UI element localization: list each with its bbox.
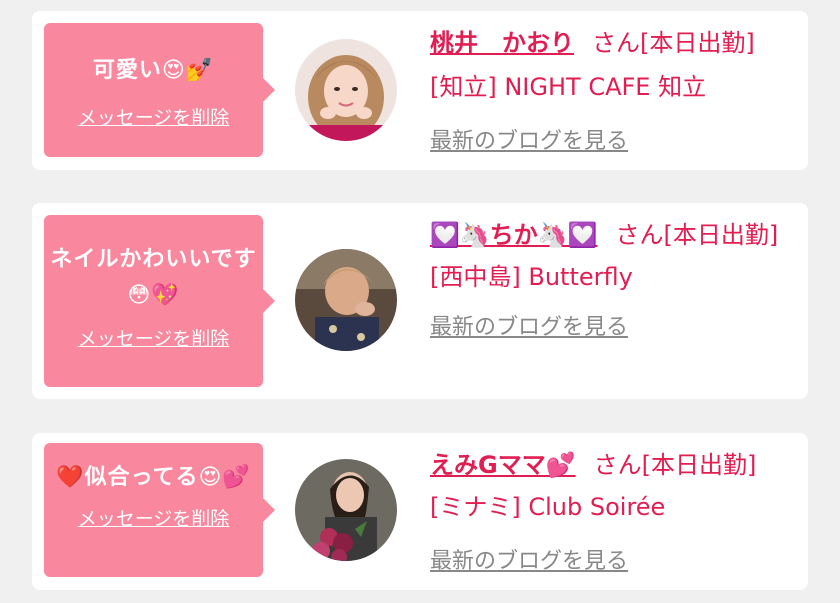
- message-list: 可愛い😍💅 メッセージを削除 桃井 かおり さん[本日出勤] [知立] NIGHT: [0, 0, 840, 603]
- message-card: ネイルかわいいです😳💖 メッセージを削除 💟🦄ちか🦄💟 さん[本日出勤] [西中島…: [32, 203, 808, 399]
- message-text: ネイルかわいいです😳💖: [50, 247, 257, 308]
- attendance-status: さん[本日出勤]: [615, 221, 779, 249]
- delete-message-link[interactable]: メッセージを削除: [78, 324, 230, 351]
- latest-blog-link[interactable]: 最新のブログを見る: [430, 309, 628, 341]
- message-text: ❤️似合ってる😍💕: [56, 465, 251, 490]
- girl-name-link[interactable]: 桃井 かおり: [430, 29, 574, 57]
- name-line: 💟🦄ちか🦄💟 さん[本日出勤]: [430, 217, 790, 253]
- message-card: 可愛い😍💅 メッセージを削除 桃井 かおり さん[本日出勤] [知立] NIGHT: [32, 11, 808, 170]
- shop-name: [ミナミ] Club Soirée: [430, 493, 666, 521]
- girl-name-link[interactable]: えみGママ💕: [430, 451, 576, 479]
- message-bubble: ネイルかわいいです😳💖 メッセージを削除: [44, 215, 275, 387]
- avatar[interactable]: [295, 249, 397, 351]
- girl-name-link[interactable]: 💟🦄ちか🦄💟: [430, 221, 598, 249]
- girl-info: 桃井 かおり さん[本日出勤] [知立] NIGHT CAFE 知立 最新のブログ…: [430, 25, 790, 155]
- girl-info: 💟🦄ちか🦄💟 さん[本日出勤] [西中島] Butterfly 最新のブログを見る: [430, 217, 790, 341]
- shop-name: [西中島] Butterfly: [430, 263, 633, 291]
- attendance-status: さん[本日出勤]: [593, 451, 757, 479]
- name-line: えみGママ💕 さん[本日出勤]: [430, 447, 790, 483]
- message-bubble: 可愛い😍💅 メッセージを削除: [44, 23, 275, 157]
- avatar[interactable]: [295, 459, 397, 561]
- delete-message-link[interactable]: メッセージを削除: [78, 103, 230, 130]
- delete-message-link[interactable]: メッセージを削除: [78, 504, 230, 531]
- latest-blog-link[interactable]: 最新のブログを見る: [430, 543, 628, 575]
- message-bubble: ❤️似合ってる😍💕 メッセージを削除: [44, 443, 275, 577]
- message-card: ❤️似合ってる😍💕 メッセージを削除 えみGママ💕さん[本日出勤] [ミナミ]: [32, 433, 808, 590]
- name-line: 桃井 かおり さん[本日出勤]: [430, 25, 790, 61]
- latest-blog-link[interactable]: 最新のブログを見る: [430, 123, 628, 155]
- girl-info: えみGママ💕 さん[本日出勤] [ミナミ] Club Soirée 最新のブログを…: [430, 447, 790, 575]
- message-text: 可愛い😍💅: [92, 58, 215, 83]
- attendance-status: さん[本日出勤]: [592, 29, 755, 57]
- avatar[interactable]: [295, 39, 397, 141]
- shop-name: [知立] NIGHT CAFE 知立: [430, 73, 707, 101]
